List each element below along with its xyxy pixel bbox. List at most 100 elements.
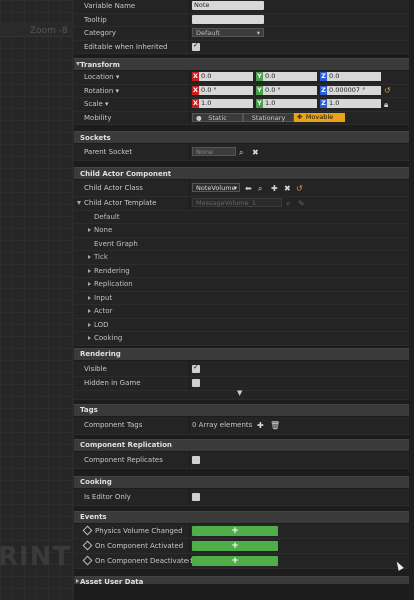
- tree-item[interactable]: Tick: [74, 251, 414, 265]
- clear-icon[interactable]: ✖: [252, 147, 259, 158]
- zoom-label: Zoom -8: [30, 26, 68, 36]
- cooking-header[interactable]: Cooking: [74, 475, 414, 489]
- component-tags-count: 0 Array elements: [192, 420, 253, 429]
- add-icon[interactable]: ✚: [271, 183, 278, 194]
- child-actor-header[interactable]: Child Actor Component: [74, 167, 414, 180]
- tree-item[interactable]: None: [74, 224, 414, 238]
- event-diamond-icon: [82, 555, 93, 566]
- rotation-x-input[interactable]: 0.0 °: [199, 85, 253, 95]
- advanced-expander[interactable]: ▼: [74, 389, 414, 400]
- editable-checkbox[interactable]: [192, 41, 200, 51]
- add-event-button[interactable]: +: [192, 540, 278, 551]
- reset-arrow-icon[interactable]: ↺: [384, 85, 391, 96]
- scale-x-input[interactable]: 1.0: [199, 99, 253, 108]
- child-actor-template-field[interactable]: MessageVolume_1: [192, 198, 282, 207]
- mobility-static-button[interactable]: ● Static: [192, 112, 243, 122]
- child-actor-class-dropdown[interactable]: NoteVolume ▾: [192, 183, 240, 192]
- tree-item[interactable]: Actor: [74, 305, 414, 319]
- category-dropdown[interactable]: Default ▾: [192, 28, 264, 37]
- tree-item[interactable]: Rendering: [74, 265, 414, 278]
- axis-z-icon: Z: [320, 85, 327, 95]
- add-event-button[interactable]: +: [192, 525, 278, 536]
- location-label[interactable]: Location ▾: [84, 73, 119, 81]
- scale-z-input[interactable]: 1.0: [327, 99, 381, 108]
- tags-header[interactable]: Tags: [74, 403, 414, 417]
- axis-x-icon: X: [192, 72, 199, 81]
- add-icon[interactable]: ✚: [257, 420, 264, 431]
- location-row: Location ▾ X 0.0 Y 0.0 Z 0.0: [74, 71, 414, 85]
- axis-y-icon: Y: [256, 72, 263, 81]
- tree-item[interactable]: Event Graph: [74, 238, 414, 251]
- editor-only-checkbox[interactable]: [192, 492, 200, 501]
- events-header[interactable]: Events: [74, 510, 414, 524]
- edit-icon[interactable]: ✎: [298, 198, 305, 209]
- tree-item[interactable]: Input: [74, 292, 414, 305]
- tooltip-input[interactable]: [192, 14, 264, 24]
- expand-icon[interactable]: [88, 255, 91, 259]
- hidden-in-game-checkbox[interactable]: [192, 378, 200, 387]
- tree-label: Actor: [94, 307, 113, 315]
- category-value: Default: [196, 29, 220, 37]
- parent-socket-input[interactable]: None: [192, 147, 236, 156]
- variable-name-input[interactable]: Note: [192, 1, 264, 10]
- event-name: On Component Activated: [95, 541, 184, 550]
- transform-header[interactable]: Transform: [74, 58, 414, 71]
- browse-icon[interactable]: ⌕: [258, 183, 262, 194]
- blueprint-viewport[interactable]: Zoom -8 RINT: [0, 0, 74, 600]
- lock-icon[interactable]: 🔒︎: [384, 99, 388, 110]
- location-y-input[interactable]: 0.0: [263, 72, 317, 81]
- replicates-checkbox[interactable]: [192, 455, 200, 464]
- component-tags-row: Component Tags 0 Array elements ✚ 🗑︎: [74, 416, 414, 435]
- mobility-stationary-button[interactable]: Stationary: [243, 112, 294, 122]
- mobility-stationary-label: Stationary: [251, 113, 286, 122]
- sockets-title: Sockets: [80, 133, 111, 142]
- search-icon[interactable]: ⌕: [239, 147, 243, 158]
- rendering-title: Rendering: [80, 350, 121, 358]
- scrollbar[interactable]: [409, 0, 414, 600]
- replication-header[interactable]: Component Replication: [74, 438, 414, 452]
- expand-icon: [76, 579, 79, 583]
- location-x-input[interactable]: 0.0: [199, 72, 253, 81]
- expand-icon[interactable]: [88, 322, 91, 327]
- tree-item[interactable]: Replication: [74, 278, 414, 292]
- child-actor-template-text: Child Actor Template: [84, 199, 157, 207]
- chevron-down-icon[interactable]: ▼: [237, 389, 242, 397]
- tree-item[interactable]: Default: [74, 211, 414, 224]
- event-label: Physics Volume Changed: [82, 525, 183, 536]
- expand-icon[interactable]: [88, 295, 91, 300]
- rotation-y-input[interactable]: 0.0 °: [263, 85, 317, 95]
- child-actor-class-value: NoteVolume: [196, 184, 236, 192]
- expand-icon[interactable]: [88, 268, 91, 273]
- mobility-movable-button[interactable]: ✥ Movable: [294, 112, 345, 122]
- scale-y-input[interactable]: 1.0: [263, 99, 317, 108]
- visible-checkbox[interactable]: [192, 363, 200, 373]
- location-z-input[interactable]: 0.0: [327, 72, 381, 81]
- event-row: On Component Activated +: [74, 538, 414, 554]
- tree-item[interactable]: LOD: [74, 319, 414, 332]
- tree-label: Replication: [94, 280, 133, 288]
- expand-icon[interactable]: [77, 201, 81, 205]
- rendering-header[interactable]: Rendering: [74, 347, 414, 361]
- tree-item[interactable]: Cooking: [74, 332, 414, 346]
- search-icon[interactable]: ⌕: [286, 198, 290, 209]
- expand-icon[interactable]: [88, 309, 91, 313]
- clear-icon[interactable]: ✖: [284, 183, 291, 194]
- sockets-header[interactable]: Sockets: [74, 131, 414, 144]
- editor-only-row: Is Editor Only: [74, 488, 414, 506]
- rotation-z-input[interactable]: 0.000007 °: [327, 85, 381, 95]
- expand-icon[interactable]: [88, 228, 91, 232]
- scale-label[interactable]: Scale ▾: [84, 100, 109, 108]
- add-event-button[interactable]: +: [192, 555, 278, 566]
- event-label: On Component Deactivated: [82, 555, 193, 566]
- category-row: Category Default ▾: [74, 27, 414, 41]
- rotation-label[interactable]: Rotation ▾: [84, 87, 119, 95]
- movable-icon: ✥: [297, 112, 303, 121]
- details-panel: Variable Name Note Tooltip Category Defa…: [74, 0, 414, 600]
- child-actor-class-label: Child Actor Class: [84, 184, 143, 192]
- expand-icon[interactable]: [88, 282, 91, 286]
- reset-arrow-icon[interactable]: ↺: [296, 183, 303, 194]
- use-selected-icon[interactable]: ⬅: [245, 183, 252, 194]
- expand-icon[interactable]: [88, 336, 91, 340]
- trash-icon[interactable]: 🗑︎: [270, 420, 280, 431]
- mobility-label: Mobility: [84, 113, 112, 122]
